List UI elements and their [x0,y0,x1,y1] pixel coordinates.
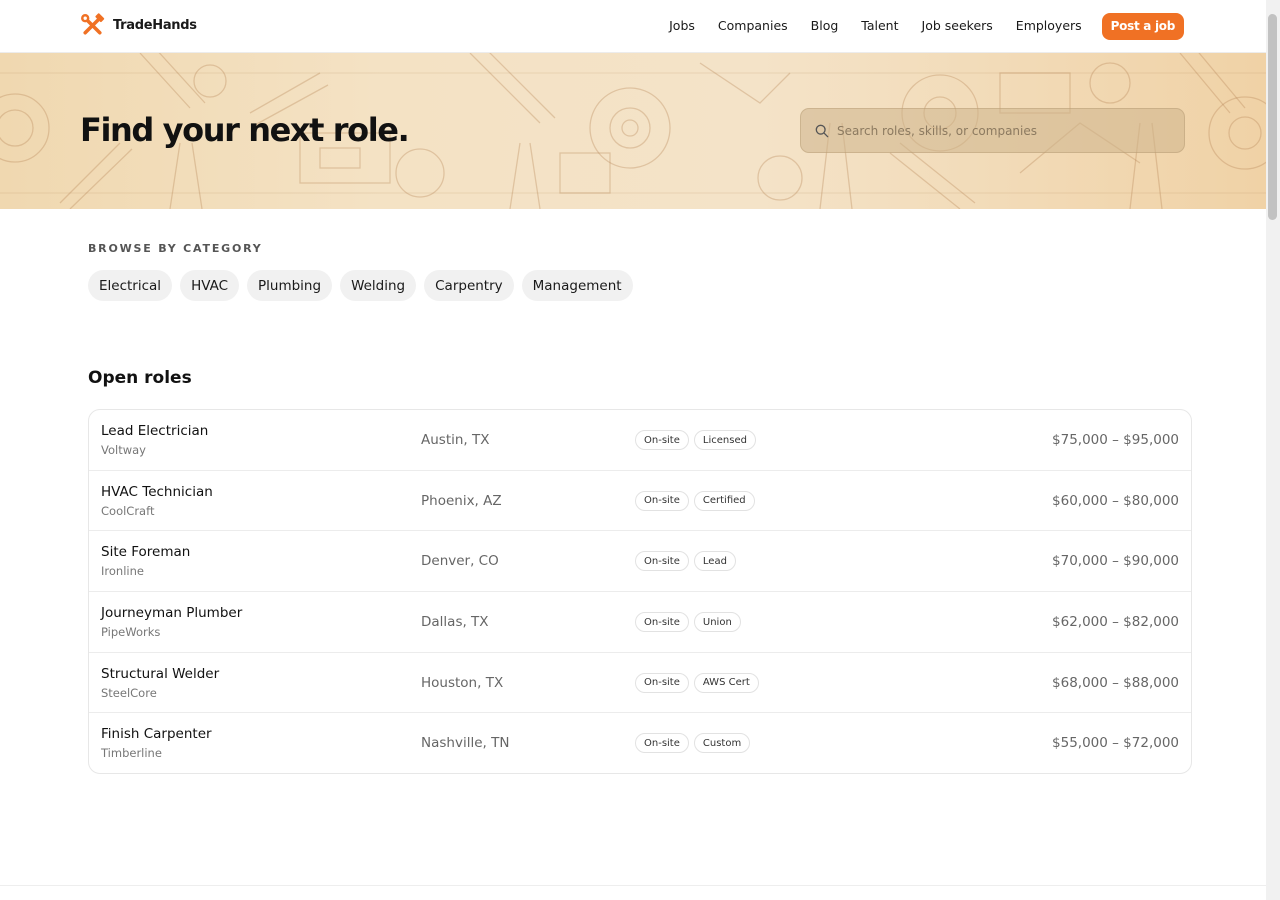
role-title: Structural Welder [101,665,220,682]
role-salary: $62,000 – $82,000 [1052,614,1179,631]
brand-logo-link[interactable]: TradeHands [80,13,197,38]
role-tags: On-site Custom [635,733,751,754]
role-row[interactable]: HVAC Technician CoolCraft Phoenix, AZ On… [89,471,1191,532]
brand-name: TradeHands [113,18,197,33]
role-company: Voltway [101,443,146,457]
role-row[interactable]: Finish Carpenter Timberline Nashville, T… [89,713,1191,773]
category-chip-welding[interactable]: Welding [340,270,417,301]
role-location: Nashville, TN [421,735,510,752]
nav-link-blog[interactable]: Blog [811,12,839,40]
role-title: Finish Carpenter [101,726,212,743]
nav-link-jobs[interactable]: Jobs [669,12,695,40]
open-roles-heading: Open roles [88,368,192,388]
top-navigation-bar: TradeHands Jobs Companies Blog Talent Jo… [0,0,1266,53]
role-company: Timberline [101,746,162,761]
role-tag: On-site [635,733,689,754]
role-tag: Lead [693,551,736,572]
post-a-job-button[interactable]: Post a job [1101,12,1184,40]
role-row[interactable]: Site Foreman Ironline Denver, CO On-site… [89,531,1191,593]
role-salary: $55,000 – $72,000 [1052,735,1179,752]
role-title: HVAC Technician [101,483,213,500]
role-tags: On-site Lead [635,551,736,572]
role-company: CoolCraft [101,503,155,518]
hero-banner: Find your next role. [0,53,1266,209]
role-row[interactable]: Journeyman Plumber PipeWorks Dallas, TX … [89,592,1191,653]
scrollbar-thumb[interactable] [1268,14,1277,220]
role-salary: $70,000 – $90,000 [1052,553,1179,570]
role-tag: Union [693,612,741,633]
search-input[interactable] [837,123,1184,138]
crossed-tools-icon [81,13,105,35]
category-chip-carpentry[interactable]: Carpentry [424,270,514,301]
category-chips: Electrical HVAC Plumbing Welding Carpent… [88,270,633,301]
role-title: Lead Electrician [101,423,209,439]
category-chip-plumbing[interactable]: Plumbing [247,270,333,301]
role-location: Austin, TX [421,432,490,448]
page-title: Find your next role. [80,111,410,149]
role-tags: On-site Union [635,612,741,633]
role-tag: AWS Cert [693,672,759,693]
role-title: Site Foreman [101,544,191,561]
role-tag: On-site [635,551,689,572]
role-tags: On-site Certified [635,490,755,511]
role-tag: On-site [635,612,689,633]
roles-list: Lead Electrician Voltway Austin, TX On-s… [88,409,1192,774]
role-company: PipeWorks [101,625,161,640]
role-tag: Licensed [693,430,756,450]
role-salary: $68,000 – $88,000 [1052,674,1179,691]
role-tag: On-site [635,672,689,693]
role-title: Journeyman Plumber [101,605,243,622]
nav-link-employers[interactable]: Employers [1016,12,1082,40]
role-tags: On-site AWS Cert [635,672,759,693]
role-salary: $60,000 – $80,000 [1052,492,1179,509]
main-nav: Jobs Companies Blog Talent Job seekers E… [669,12,1184,40]
role-tag: On-site [635,430,689,450]
category-heading: BROWSE BY CATEGORY [88,242,263,255]
category-chip-management[interactable]: Management [521,270,633,301]
role-location: Houston, TX [421,674,504,691]
nav-link-talent[interactable]: Talent [861,12,898,40]
role-company: Ironline [101,564,144,579]
footer-divider [0,885,1266,886]
role-salary: $75,000 – $95,000 [1052,432,1179,448]
role-row[interactable]: Lead Electrician Voltway Austin, TX On-s… [89,410,1191,471]
role-tag: On-site [635,490,689,511]
role-location: Dallas, TX [421,614,489,631]
nav-link-companies[interactable]: Companies [718,12,788,40]
role-tag: Custom [693,733,751,754]
role-location: Phoenix, AZ [421,492,502,509]
search-icon [815,124,829,137]
nav-link-job-seekers[interactable]: Job seekers [922,12,993,40]
role-row[interactable]: Structural Welder SteelCore Houston, TX … [89,653,1191,714]
role-tags: On-site Licensed [635,430,756,450]
category-chip-electrical[interactable]: Electrical [88,270,173,301]
role-location: Denver, CO [421,553,499,570]
role-tag: Certified [693,490,755,511]
category-chip-hvac[interactable]: HVAC [180,270,240,301]
search-box[interactable] [800,108,1185,153]
role-company: SteelCore [101,685,157,700]
